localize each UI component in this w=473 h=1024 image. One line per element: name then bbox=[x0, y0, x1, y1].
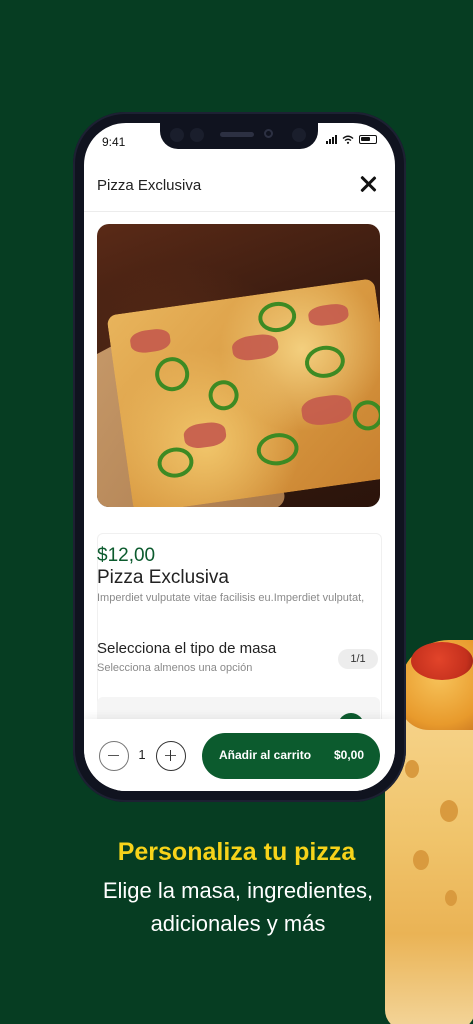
cheese-hole bbox=[440, 800, 458, 822]
selection-counter-badge: 1/1 bbox=[338, 649, 378, 669]
status-icons bbox=[326, 135, 377, 144]
wifi-icon bbox=[342, 135, 354, 144]
status-time: 9:41 bbox=[102, 135, 126, 149]
add-to-cart-price: $0,00 bbox=[333, 748, 364, 762]
quantity-value: 1 bbox=[138, 747, 146, 762]
app-screen: 9:41 Pizza Exclusiva $12,00 Pizza Exclus… bbox=[84, 123, 395, 791]
pizza-photo bbox=[106, 278, 380, 507]
close-icon[interactable] bbox=[357, 173, 379, 195]
phone-notch bbox=[160, 123, 318, 149]
notch-sensor bbox=[190, 128, 204, 142]
add-to-cart-label: Añadir al carrito bbox=[219, 748, 312, 762]
cheese-hole bbox=[405, 760, 419, 778]
product-description: Imperdiet vulputate vitae facilisis eu.I… bbox=[97, 592, 365, 604]
product-name: Pizza Exclusiva bbox=[97, 567, 229, 588]
signal-icon bbox=[326, 135, 337, 144]
minus-icon[interactable] bbox=[99, 741, 129, 771]
promo-subtitle: Elige la masa, ingredientes, adicionales… bbox=[102, 878, 374, 936]
battery-icon bbox=[359, 135, 377, 144]
notch-sensor bbox=[292, 128, 306, 142]
dough-section-title: Selecciona el tipo de masa bbox=[97, 640, 277, 657]
cart-bar: 1 Añadir al carrito $0,00 bbox=[84, 719, 395, 791]
product-image bbox=[97, 224, 380, 507]
modal-header: Pizza Exclusiva bbox=[84, 163, 395, 212]
notch-sensor bbox=[170, 128, 184, 142]
product-price: $12,00 bbox=[97, 545, 156, 566]
dough-section-subtitle: Selecciona almenos una opción bbox=[97, 662, 253, 674]
modal-title: Pizza Exclusiva bbox=[97, 177, 202, 194]
add-to-cart-button[interactable]: Añadir al carrito $0,00 bbox=[202, 733, 380, 779]
notch-speaker bbox=[220, 132, 254, 137]
promo-title: Personaliza tu pizza bbox=[117, 838, 356, 866]
cheese-hole bbox=[445, 890, 457, 906]
front-camera bbox=[264, 129, 273, 138]
plus-icon[interactable] bbox=[156, 741, 186, 771]
pepperoni bbox=[411, 642, 473, 680]
